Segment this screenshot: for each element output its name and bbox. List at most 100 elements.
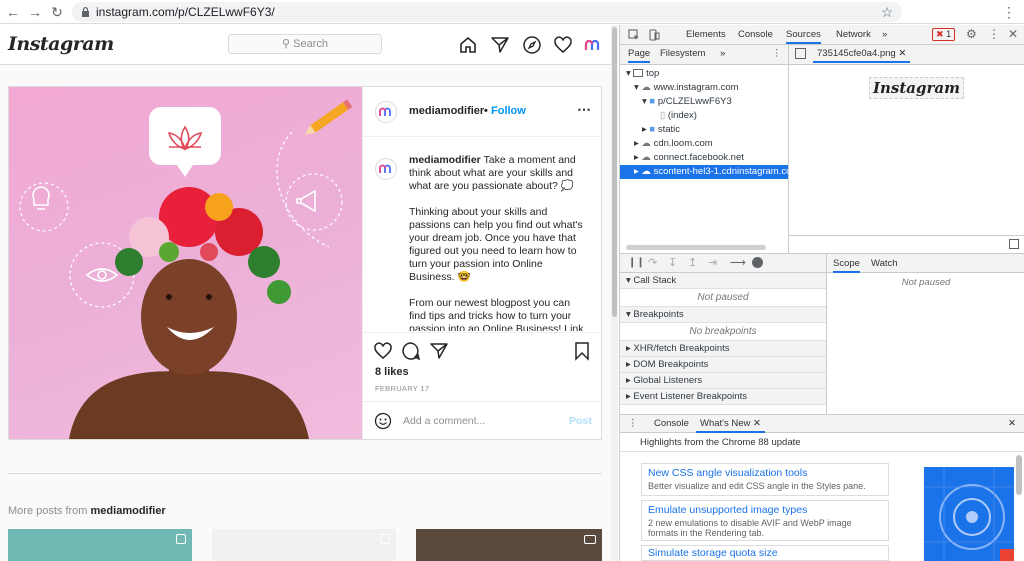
tree-item-folder[interactable]: ▸ ■ static (642, 123, 680, 137)
post-comment-button[interactable]: Post (569, 415, 592, 427)
more-post-thumbnail[interactable] (416, 529, 602, 561)
pause-icon[interactable]: ❙❙ (628, 257, 645, 268)
more-posts-username[interactable]: mediamodifier (91, 505, 166, 517)
tab-network[interactable]: Network (836, 25, 871, 44)
browser-toolbar: ← → ↻ instagram.com/p/CLZELwwF6Y3/ ☆ ⋮ (0, 0, 1024, 24)
tree-scrollbar[interactable] (626, 245, 766, 250)
post-username[interactable]: mediamodifier (409, 105, 484, 117)
call-stack-section[interactable]: ▾ Call Stack (620, 273, 826, 289)
tab-scope[interactable]: Scope (833, 254, 860, 273)
close-devtools-icon[interactable]: ✕ (1008, 27, 1018, 41)
drawer-tabs: ⋮ Console What's New ✕ ✕ (620, 414, 1024, 433)
forward-icon[interactable]: → (26, 3, 44, 21)
follow-button[interactable]: Follow (491, 105, 526, 117)
page-scrollbar[interactable] (611, 25, 618, 561)
tree-item-domain[interactable]: ▸ ☁ connect.facebook.net (634, 151, 744, 165)
carousel-icon (176, 534, 186, 544)
tab-console[interactable]: Console (738, 25, 773, 44)
news-card[interactable]: Simulate storage quota size (641, 545, 889, 561)
drawer-scrollbar-thumb[interactable] (1016, 455, 1022, 495)
tree-item-domain[interactable]: ▾ ☁ www.instagram.com (634, 81, 739, 95)
global-listeners-section[interactable]: ▸ Global Listeners (620, 373, 826, 389)
caption-username[interactable]: mediamodifier (409, 154, 481, 166)
tab-watch[interactable]: Watch (871, 254, 898, 273)
activity-heart-icon[interactable] (553, 35, 573, 55)
news-title[interactable]: Simulate storage quota size (648, 547, 882, 559)
step-icon[interactable]: ⇥ (708, 256, 717, 269)
more-post-thumbnail[interactable] (8, 529, 192, 561)
more-post-thumbnail[interactable] (212, 529, 396, 561)
drawer-menu-icon[interactable]: ⋮ (628, 415, 638, 433)
browser-menu-icon[interactable]: ⋮ (1000, 3, 1018, 21)
breakpoints-section[interactable]: ▾ Breakpoints (620, 307, 826, 323)
tree-item-domain[interactable]: ▸ ☁ cdn.loom.com (634, 137, 713, 151)
explore-icon[interactable] (522, 35, 542, 55)
save-bookmark-icon[interactable] (573, 341, 591, 361)
home-icon[interactable] (458, 35, 478, 55)
profile-avatar[interactable] (584, 36, 604, 56)
step-out-icon[interactable]: ↥ (688, 256, 697, 269)
drawer-tab-console[interactable]: Console (654, 415, 689, 433)
like-heart-icon[interactable] (373, 341, 393, 361)
step-into-icon[interactable]: ↧ (668, 256, 677, 269)
settings-gear-icon[interactable]: ⚙ (966, 27, 977, 41)
dom-breakpoints-section[interactable]: ▸ DOM Breakpoints (620, 357, 826, 373)
post-avatar[interactable] (375, 101, 397, 123)
back-icon[interactable]: ← (4, 3, 22, 21)
emoji-icon[interactable] (374, 412, 392, 430)
news-title[interactable]: Emulate unsupported image types (648, 504, 882, 516)
tree-item-file[interactable]: ▯ (index) (660, 109, 697, 123)
tab-elements[interactable]: Elements (686, 25, 726, 44)
device-toolbar-icon[interactable] (648, 29, 660, 41)
close-tab-icon[interactable]: ✕ (898, 48, 906, 59)
bookmark-star-icon[interactable]: ☆ (878, 3, 896, 21)
event-listener-section[interactable]: ▸ Event Listener Breakpoints (620, 389, 826, 405)
news-card[interactable]: New CSS angle visualization tools Better… (641, 463, 889, 496)
more-nav-tabs-icon[interactable]: » (720, 45, 725, 63)
cloud-icon: ☁ (641, 138, 651, 149)
reload-icon[interactable]: ↻ (48, 3, 66, 21)
comment-icon[interactable] (401, 341, 421, 361)
instagram-logo[interactable]: Instagram (8, 33, 114, 55)
tree-item-top[interactable]: ▾ top (626, 67, 659, 81)
close-tab-icon[interactable]: ✕ (753, 418, 761, 429)
post-image[interactable] (9, 87, 362, 439)
tab-image-file[interactable]: 735145cfe0a4.png ✕ (813, 45, 911, 63)
address-bar[interactable]: instagram.com/p/CLZELwwF6Y3/ (72, 2, 902, 22)
navigator-menu-icon[interactable]: ⋮ (772, 45, 782, 63)
step-over-icon[interactable]: ↷ (648, 256, 657, 269)
tree-item-selected[interactable]: ▸ ☁ scontent-hel3-1.cdninstagram.com (620, 165, 788, 179)
share-icon[interactable] (429, 341, 449, 361)
scrollbar-thumb[interactable] (612, 27, 617, 317)
post-header: mediamodifier • Follow ⋯ (363, 87, 603, 137)
inspect-element-icon[interactable] (628, 29, 640, 41)
more-tabs-icon[interactable]: » (882, 25, 887, 44)
error-badge[interactable]: ✖ 1 (932, 28, 956, 41)
news-title[interactable]: New CSS angle visualization tools (648, 467, 882, 479)
tab-page[interactable]: Page (628, 45, 651, 63)
toggle-debugger-icon[interactable] (1009, 239, 1019, 249)
cloud-icon: ☁ (641, 152, 651, 163)
close-drawer-icon[interactable]: ✕ (1008, 415, 1016, 433)
xhr-breakpoints-section[interactable]: ▸ XHR/fetch Breakpoints (620, 341, 826, 357)
devtools-panel: Elements Console Sources Network » ✖ 1 ⚙… (619, 25, 1024, 561)
pause-on-exceptions-icon[interactable] (752, 257, 763, 268)
likes-count[interactable]: 8 likes (375, 366, 409, 378)
lock-icon (82, 7, 89, 17)
file-icon: ▯ (660, 110, 666, 121)
comment-input[interactable]: Add a comment... (403, 415, 485, 427)
more-options-icon[interactable]: ⋯ (577, 101, 591, 118)
news-card[interactable]: Emulate unsupported image types 2 new em… (641, 500, 889, 541)
tab-sources[interactable]: Sources (786, 25, 821, 44)
devtools-toolbar: Elements Console Sources Network » ✖ 1 ⚙… (620, 25, 1024, 45)
post-card: mediamodifier • Follow ⋯ mediamodifier T… (8, 86, 603, 440)
deactivate-breakpoints-icon[interactable]: ⟶ (730, 256, 746, 269)
search-input[interactable]: ⚲ Search (228, 34, 382, 54)
tree-item-folder[interactable]: ▾ ■ p/CLZELwwF6Y3 (642, 95, 732, 109)
toggle-navigator-icon[interactable] (795, 48, 806, 59)
direct-message-icon[interactable] (490, 35, 510, 55)
caption-avatar[interactable] (375, 158, 397, 180)
devtools-menu-icon[interactable]: ⋮ (988, 27, 1000, 41)
tab-filesystem[interactable]: Filesystem (660, 45, 705, 63)
drawer-tab-whats-new[interactable]: What's New ✕ (696, 415, 765, 433)
